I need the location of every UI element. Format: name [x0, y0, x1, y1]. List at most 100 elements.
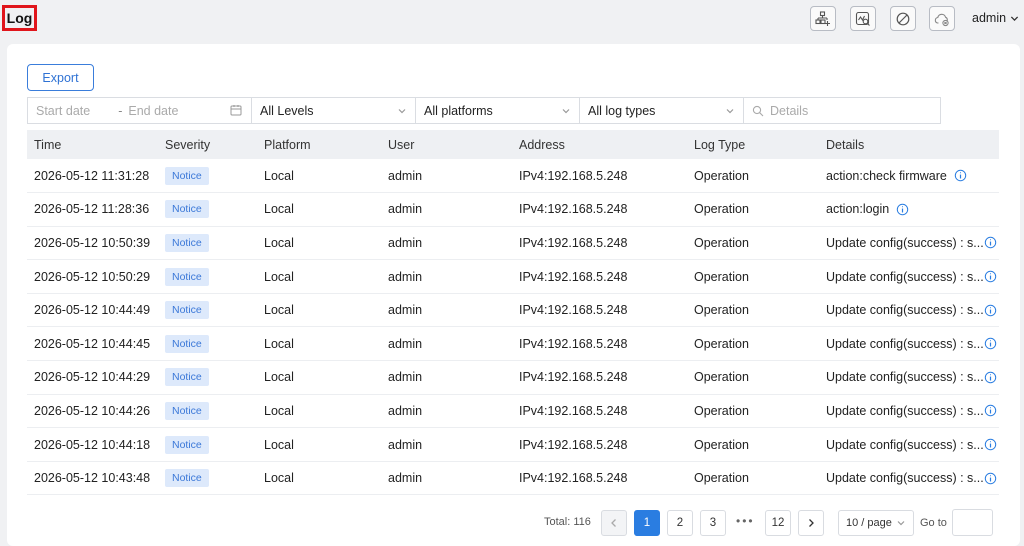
cell-address: IPv4:192.168.5.248 — [512, 226, 687, 261]
cell-log-type: Operation — [687, 226, 819, 261]
table-row: 2026-05-12 10:44:45 Notice Local admin IPv4:… — [27, 326, 999, 362]
cell-user: admin — [381, 259, 512, 294]
column-header-time: Time — [27, 130, 158, 159]
search-icon — [752, 105, 764, 116]
cell-user: admin — [381, 226, 512, 261]
end-date-input[interactable]: End date — [128, 104, 178, 118]
table-row: 2026-05-12 10:44:49 Notice Local admin IPv4:… — [27, 293, 999, 328]
cloud-offline-icon[interactable] — [929, 6, 955, 31]
chevron-down-icon — [398, 108, 406, 113]
info-icon[interactable] — [984, 404, 997, 417]
prev-page-button[interactable] — [601, 510, 627, 536]
goto-page-input[interactable] — [952, 509, 993, 536]
cell-platform: Local — [257, 360, 381, 395]
cell-time: 2026-05-12 10:44:18 — [27, 427, 158, 462]
cell-address: IPv4:192.168.5.248 — [512, 427, 687, 462]
cell-severity: Notice — [158, 326, 257, 362]
goto-label: Go to — [920, 517, 947, 529]
cell-platform: Local — [257, 394, 381, 429]
cell-platform: Local — [257, 159, 381, 194]
column-header-address: Address — [512, 130, 687, 159]
cell-address: IPv4:192.168.5.248 — [512, 159, 687, 194]
cell-details: Update config(success) : s... — [819, 259, 999, 294]
level-select[interactable]: All Levels — [251, 97, 416, 124]
cell-time: 2026-05-12 10:44:45 — [27, 326, 158, 362]
table-row: 2026-05-12 11:31:28 Notice Local admin IPv4:… — [27, 159, 999, 194]
page-button-12[interactable]: 12 — [765, 510, 791, 536]
log-type-select[interactable]: All log types — [579, 97, 744, 124]
cell-user: admin — [381, 427, 512, 462]
cell-log-type: Operation — [687, 360, 819, 395]
info-icon[interactable] — [984, 371, 997, 384]
details-text: Update config(success) : s... — [826, 437, 984, 452]
info-icon[interactable] — [984, 472, 997, 485]
start-date-input[interactable]: Start date — [36, 104, 90, 118]
severity-badge: Notice — [165, 435, 209, 454]
details-text: action:check firmware — [826, 168, 947, 183]
cell-details: Update config(success) : s... — [819, 360, 999, 395]
export-button[interactable]: Export — [27, 64, 94, 91]
cell-time: 2026-05-12 11:28:36 — [27, 192, 158, 227]
table-header-row: Time Severity Platform User Address Log … — [27, 130, 999, 159]
chevron-right-icon — [809, 519, 814, 527]
page-button-1[interactable]: 1 — [634, 510, 660, 536]
platform-select[interactable]: All platforms — [415, 97, 580, 124]
details-search-placeholder: Details — [770, 103, 809, 118]
severity-badge: Notice — [165, 200, 209, 219]
cell-time: 2026-05-12 10:44:29 — [27, 360, 158, 395]
cell-log-type: Operation — [687, 259, 819, 294]
cell-platform: Local — [257, 226, 381, 261]
cell-time: 2026-05-12 11:31:28 — [27, 159, 158, 194]
cell-details: Update config(success) : s... — [819, 326, 999, 362]
details-text: Update config(success) : s... — [826, 471, 984, 486]
cell-details: action:check firmware — [819, 159, 999, 194]
info-icon[interactable] — [984, 304, 997, 317]
page-ellipsis[interactable]: ••• — [736, 514, 755, 528]
column-header-user: User — [381, 130, 512, 159]
cell-log-type: Operation — [687, 192, 819, 227]
cell-user: admin — [381, 326, 512, 362]
column-header-platform: Platform — [257, 130, 381, 159]
cell-address: IPv4:192.168.5.248 — [512, 360, 687, 395]
chevron-down-icon — [1010, 15, 1019, 21]
disable-icon[interactable] — [890, 6, 916, 31]
user-menu[interactable]: admin — [972, 11, 1019, 25]
log-table-body: 2026-05-12 11:31:28 Notice Local admin IPv4:… — [27, 159, 999, 496]
info-icon[interactable] — [984, 438, 997, 451]
details-text: Update config(success) : s... — [826, 403, 984, 418]
page-button-2[interactable]: 2 — [667, 510, 693, 536]
network-add-icon[interactable] — [810, 6, 836, 31]
info-icon[interactable] — [984, 270, 997, 283]
info-icon[interactable] — [984, 236, 997, 249]
column-header-severity: Severity — [158, 130, 257, 159]
cell-time: 2026-05-12 10:50:29 — [27, 259, 158, 294]
details-text: action:login — [826, 202, 890, 217]
details-text: Update config(success) : s... — [826, 336, 984, 351]
page-button-3[interactable]: 3 — [700, 510, 726, 536]
cell-time: 2026-05-12 10:44:26 — [27, 394, 158, 429]
severity-badge: Notice — [165, 368, 209, 387]
log-search-icon[interactable] — [850, 6, 876, 31]
calendar-icon — [230, 105, 242, 116]
date-separator: - — [118, 103, 123, 118]
info-icon[interactable] — [984, 337, 997, 350]
cell-user: admin — [381, 159, 512, 194]
date-range-picker[interactable]: Start date - End date — [27, 97, 252, 124]
cell-log-type: Operation — [687, 293, 819, 328]
info-icon[interactable] — [954, 169, 967, 182]
cell-user: admin — [381, 461, 512, 496]
cell-severity: Notice — [158, 427, 257, 462]
cell-user: admin — [381, 394, 512, 429]
next-page-button[interactable] — [798, 510, 824, 536]
page-size-select[interactable]: 10 / page — [838, 510, 914, 536]
severity-badge: Notice — [165, 301, 209, 320]
cell-address: IPv4:192.168.5.248 — [512, 259, 687, 294]
cell-time: 2026-05-12 10:43:48 — [27, 461, 158, 496]
cell-log-type: Operation — [687, 326, 819, 362]
table-row: 2026-05-12 10:50:29 Notice Local admin IPv4:… — [27, 259, 999, 294]
cell-details: action:login — [819, 192, 999, 227]
info-icon[interactable] — [896, 203, 909, 216]
cell-severity: Notice — [158, 461, 257, 496]
details-search-input[interactable]: Details — [743, 97, 941, 124]
cell-log-type: Operation — [687, 394, 819, 429]
